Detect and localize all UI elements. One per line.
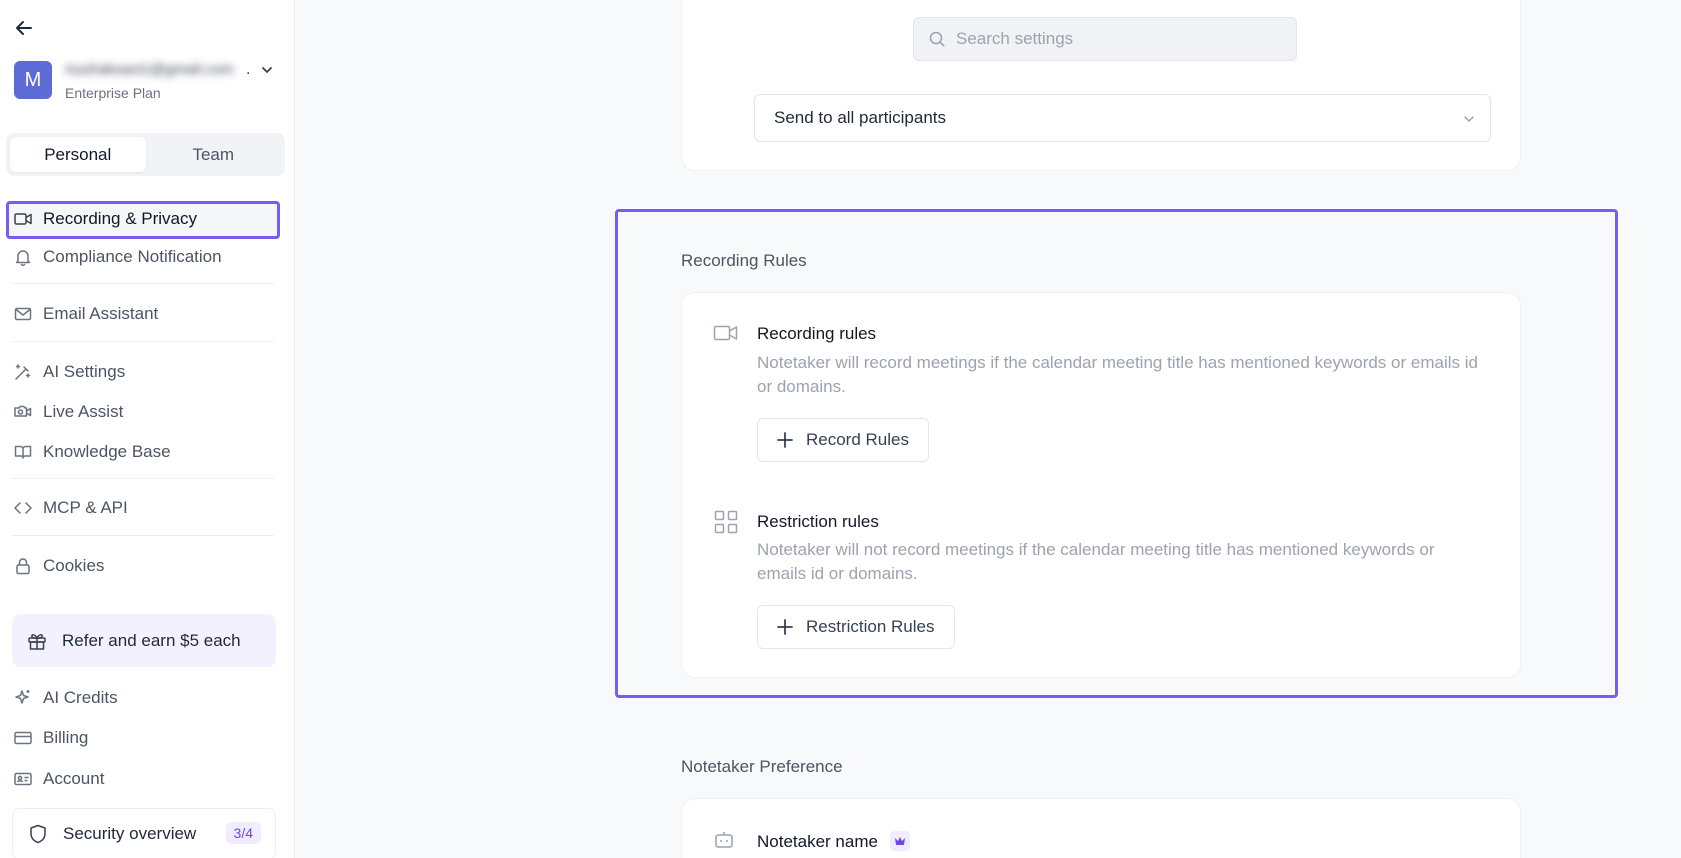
id-card-icon [12, 768, 34, 790]
search-input[interactable]: Search settings [913, 17, 1297, 61]
record-rules-label: Record Rules [806, 430, 909, 449]
divider [12, 535, 274, 536]
add-record-rules-button[interactable]: Record Rules [757, 418, 929, 462]
recording-rules-title: Recording rules [757, 324, 877, 343]
notetaker-preference-section-title: Notetaker Preference [681, 757, 843, 776]
sidebar-item-email-assistant[interactable]: Email Assistant [12, 297, 274, 331]
search-placeholder: Search settings [956, 29, 1074, 48]
sidebar-item-compliance-notification[interactable]: Compliance Notification [12, 240, 274, 274]
code-icon [12, 497, 34, 519]
lock-icon [12, 555, 34, 577]
sidebar-item-live-assist[interactable]: Live Assist [12, 395, 274, 429]
sidebar-item-label: AI Credits [43, 688, 118, 707]
crown-icon [890, 831, 910, 851]
sidebar-item-account[interactable]: Account [12, 762, 274, 796]
notetaker-name-label: Notetaker name [757, 832, 878, 851]
sidebar-item-knowledge-base[interactable]: Knowledge Base [12, 435, 274, 469]
user-switcher[interactable]: M riuuhaksani1@gmail.com . Enterprise Pl… [14, 61, 280, 103]
scope-tabs: Personal Team [6, 133, 285, 176]
restriction-rules-title: Restriction rules [757, 512, 879, 531]
add-restriction-rules-button[interactable]: Restriction Rules [757, 605, 955, 649]
user-plan: Enterprise Plan [65, 85, 161, 101]
bot-icon [713, 829, 735, 851]
magic-wand-icon [12, 361, 34, 383]
tab-personal[interactable]: Personal [10, 137, 146, 172]
live-camera-icon [12, 401, 34, 423]
divider [12, 283, 274, 284]
recap-recipients-select[interactable]: Send to all participants [754, 94, 1491, 142]
chevron-down-icon[interactable] [260, 63, 276, 79]
restriction-rules-label: Restriction Rules [806, 617, 935, 636]
select-value: Send to all participants [774, 108, 946, 127]
recording-rules-section-title: Recording Rules [681, 251, 807, 270]
divider [12, 341, 274, 342]
user-email-ellipsis: . [246, 61, 251, 78]
back-arrow-icon[interactable] [12, 16, 36, 40]
sidebar-item-label: AI Settings [43, 362, 126, 381]
sidebar-item-cookies[interactable]: Cookies [12, 549, 274, 583]
gift-icon [26, 630, 48, 652]
grid-icon [713, 509, 739, 535]
security-overview-card[interactable]: Security overview 3/4 [12, 808, 276, 858]
sidebar-item-label: Billing [43, 728, 89, 747]
sidebar-item-billing[interactable]: Billing [12, 721, 274, 755]
sidebar-item-recording-privacy[interactable]: Recording & Privacy [12, 202, 274, 236]
mail-icon [12, 303, 34, 325]
book-icon [12, 441, 34, 463]
sparkle-icon [12, 687, 34, 709]
divider [12, 478, 274, 479]
sidebar-item-label: Email Assistant [43, 304, 159, 323]
sidebar-item-ai-credits[interactable]: AI Credits [12, 681, 274, 715]
credit-card-icon [12, 727, 34, 749]
tab-team[interactable]: Team [146, 137, 282, 172]
avatar: M [14, 61, 52, 99]
search-icon [928, 30, 946, 48]
refer-label: Refer and earn $5 each [62, 630, 241, 650]
plus-icon [776, 431, 794, 449]
user-email: riuuhaksani1@gmail.com [65, 61, 234, 78]
sidebar-item-label: Compliance Notification [43, 247, 222, 266]
shield-icon [27, 823, 49, 845]
sidebar: M riuuhaksani1@gmail.com . Enterprise Pl… [0, 0, 295, 858]
plus-icon [776, 618, 794, 636]
sidebar-item-label: Knowledge Base [43, 442, 171, 461]
restriction-rules-description: Notetaker will not record meetings if th… [757, 540, 1435, 583]
chevron-down-icon [1462, 111, 1476, 125]
sidebar-item-label: Recording & Privacy [43, 209, 198, 228]
sidebar-item-ai-settings[interactable]: AI Settings [12, 355, 274, 389]
sidebar-item-mcp-api[interactable]: MCP & API [12, 491, 274, 525]
bell-icon [12, 246, 34, 268]
sidebar-item-label: Account [43, 769, 105, 788]
sidebar-item-label: MCP & API [43, 498, 128, 517]
video-icon [12, 208, 34, 230]
sidebar-item-label: Live Assist [43, 402, 124, 421]
video-icon [713, 320, 739, 346]
refer-earn-card[interactable]: Refer and earn $5 each [12, 614, 276, 667]
security-progress-badge: 3/4 [225, 822, 261, 844]
sidebar-item-label: Cookies [43, 556, 105, 575]
security-label: Security overview [63, 824, 197, 843]
recording-rules-description: Notetaker will record meetings if the ca… [757, 353, 1478, 396]
